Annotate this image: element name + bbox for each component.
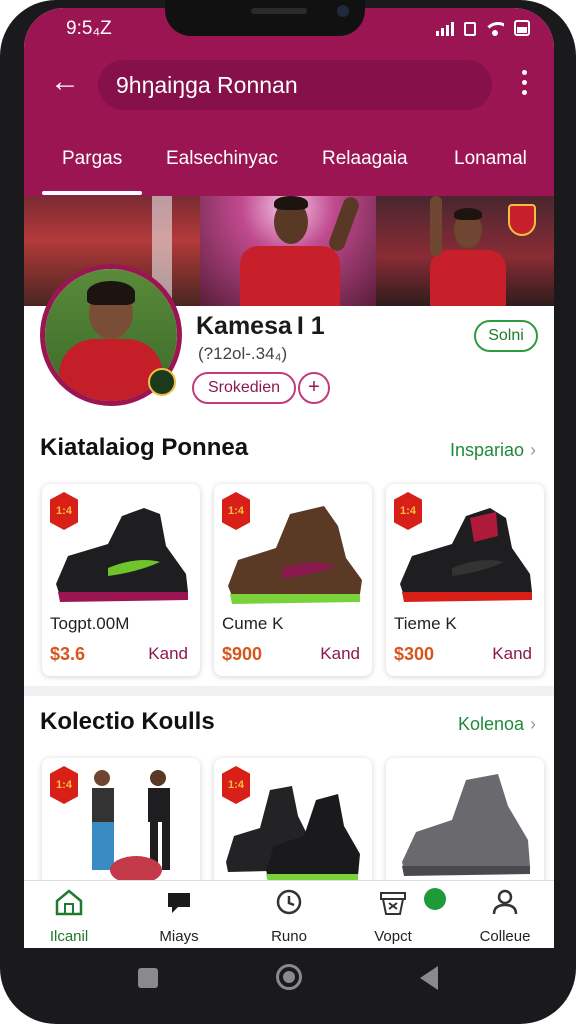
product-price: $3.6 xyxy=(50,644,86,664)
club-crest-icon xyxy=(508,204,536,236)
battery-icon xyxy=(514,20,530,36)
page-title-pill[interactable]: 9hŋaiŋga Ronnan xyxy=(98,60,492,110)
wifi-icon xyxy=(486,22,504,36)
section-link-catalog[interactable]: Inspariao › xyxy=(450,440,536,461)
system-back-icon[interactable] xyxy=(420,966,438,990)
product-title: Tieme K xyxy=(394,614,457,633)
recents-icon[interactable] xyxy=(138,968,158,988)
badge-icon: 1:4 xyxy=(222,766,250,804)
home-button-icon[interactable] xyxy=(276,964,302,990)
nav-item-home[interactable]: Ilcanil xyxy=(24,887,114,945)
tab-bar: Pargas Ealsechinyac Relaagaia Lonamal xyxy=(24,136,554,196)
add-chip-button[interactable]: + xyxy=(298,372,330,404)
profile-subtitle: (?12ol-.34₄) xyxy=(198,344,288,363)
nav-label: Miays xyxy=(159,928,199,945)
flag-icon xyxy=(168,893,190,913)
grey-boot-image xyxy=(402,774,530,876)
product-card[interactable]: 1:4 Tieme K $300 Kand xyxy=(386,484,544,676)
nav-label: Ilcanil xyxy=(49,928,89,945)
back-arrow-icon[interactable]: ← xyxy=(50,67,80,98)
banner-photo-2 xyxy=(200,196,376,306)
category-chip[interactable]: Srokedien xyxy=(192,372,296,404)
product-price: $300 xyxy=(394,644,435,664)
tab-relaagaia[interactable]: Relaagaia xyxy=(322,148,408,170)
product-title: Cume K xyxy=(222,614,284,633)
badge-icon: 1:4 xyxy=(394,492,422,530)
clock-icon xyxy=(276,889,302,915)
phone-frame: 9:5₄Z ← 9hŋaiŋga Ronnan Pargas Ealsechin… xyxy=(0,0,576,1024)
basket-icon xyxy=(380,892,406,915)
sim-icon xyxy=(464,22,476,36)
kebab-menu-icon[interactable] xyxy=(522,70,528,95)
chevron-right-icon: › xyxy=(530,440,536,460)
section-title-catalog: Kiatalaiog Ponnea xyxy=(40,434,249,461)
club-badge-icon xyxy=(148,368,176,396)
badge-icon: 1:4 xyxy=(50,492,78,530)
signal-icon xyxy=(436,22,454,36)
join-button[interactable]: Solni xyxy=(474,320,538,352)
tab-ealsechinyac[interactable]: Ealsechinyac xyxy=(166,148,278,170)
product-card[interactable]: 1:4 Cume K $900 Kand xyxy=(214,484,372,676)
nav-item-miays[interactable]: Miays xyxy=(134,887,224,945)
product-action[interactable]: Kand xyxy=(320,644,360,664)
product-action[interactable]: Kand xyxy=(148,644,188,664)
product-price: $900 xyxy=(222,644,263,664)
product-title: Togpt.00M xyxy=(50,614,130,633)
system-navigation-bar xyxy=(0,948,576,1024)
collection-card[interactable]: 1:4 xyxy=(42,758,200,888)
collection-card[interactable] xyxy=(386,758,544,888)
home-icon xyxy=(55,889,83,916)
app-screen: 9:5₄Z ← 9hŋaiŋga Ronnan Pargas Ealsechin… xyxy=(24,8,554,948)
section-divider xyxy=(24,686,554,696)
product-action[interactable]: Kand xyxy=(492,644,532,664)
badge-icon: 1:4 xyxy=(222,492,250,530)
nav-label: Colleue xyxy=(479,928,531,945)
nav-label: Runo xyxy=(271,928,307,945)
banner-photo-3 xyxy=(376,196,554,306)
nav-item-runo[interactable]: Runo xyxy=(244,887,334,945)
phone-notch xyxy=(165,0,365,36)
status-icons xyxy=(436,20,530,36)
section-link-label: Kolenoa xyxy=(457,714,524,734)
section-link-collection[interactable]: Kolenoa › xyxy=(458,714,536,735)
notification-dot-icon xyxy=(424,888,446,910)
app-header: 9:5₄Z ← 9hŋaiŋga Ronnan Pargas Ealsechin… xyxy=(24,8,554,196)
collection-card[interactable]: 1:4 xyxy=(214,758,372,888)
tab-lonamal[interactable]: Lonamal xyxy=(454,148,527,170)
section-link-label: Inspariao xyxy=(449,440,524,460)
nav-label: Vopct xyxy=(374,928,412,945)
tab-pargas[interactable]: Pargas xyxy=(62,148,122,170)
players-image xyxy=(92,770,170,884)
section-title-collection: Kolectio Koulls xyxy=(40,708,215,735)
active-tab-indicator xyxy=(42,191,142,195)
bottom-navigation: Ilcanil Miays Runo Vopct Colleue xyxy=(24,880,554,948)
profile-icon xyxy=(492,889,518,915)
profile-name: Kamesa I 1 xyxy=(196,312,325,340)
camera-icon xyxy=(337,5,349,17)
chevron-right-icon: › xyxy=(530,714,536,734)
badge-icon: 1:4 xyxy=(50,766,78,804)
product-card[interactable]: 1:4 Togpt.00M $3.6 Kand xyxy=(42,484,200,676)
status-time: 9:5₄Z xyxy=(66,18,112,39)
nav-item-colleue[interactable]: Colleue xyxy=(460,887,550,945)
